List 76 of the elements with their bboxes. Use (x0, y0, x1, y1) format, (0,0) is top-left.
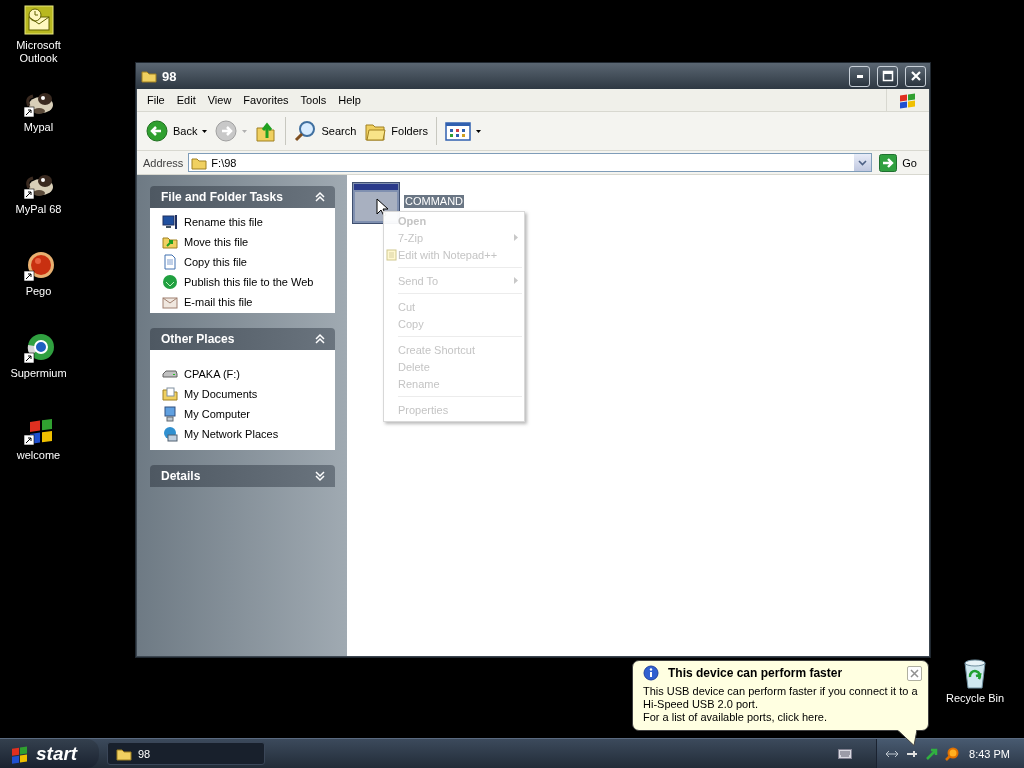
document-icon (162, 254, 178, 270)
close-icon (909, 70, 922, 82)
menu-item[interactable]: File (141, 94, 171, 106)
desktop-icon-label[interactable]: welcome (16, 449, 61, 462)
balloon-text: This USB device can perform faster if you connect it to a Hi-Speed USB 2.0 port. (643, 685, 919, 711)
desktop-icon-label[interactable]: Supermium (10, 367, 67, 380)
task-link[interactable]: Publish this file to the Web (162, 274, 329, 290)
desktop-icon-label[interactable]: Microsoft Outlook (3, 39, 74, 65)
folder-arrow-icon (162, 234, 178, 250)
document-folder-icon (162, 386, 178, 402)
menu-item[interactable]: Help (332, 94, 367, 106)
task-link[interactable]: Rename this file (162, 214, 329, 230)
globe-icon (162, 274, 178, 290)
panel-title: File and Folder Tasks (161, 190, 283, 204)
file-name[interactable]: COMMAND (404, 195, 465, 208)
monitor-icon (162, 214, 178, 230)
close-icon (910, 668, 919, 678)
panel-header[interactable]: Other Places (150, 328, 335, 350)
ball-icon[interactable] (22, 250, 55, 282)
folder-up-icon (255, 120, 278, 142)
submenu-arrow-icon (514, 277, 518, 284)
task-link[interactable]: Copy this file (162, 254, 329, 270)
minimize-icon (856, 74, 863, 78)
caret-icon (202, 129, 208, 133)
clock-envelope-icon[interactable] (22, 4, 55, 36)
desktop-icon-label[interactable]: MyPal 68 (15, 203, 62, 216)
caret-icon (242, 129, 248, 133)
task-link[interactable]: My Network Places (162, 426, 329, 442)
desktop-icon-label[interactable]: Recycle Bin (945, 692, 1005, 704)
desktop-icon-label[interactable]: Mypal (23, 121, 54, 134)
balloon-title: This device can perform faster (668, 666, 844, 680)
minimize-button[interactable] (849, 65, 870, 87)
task-link[interactable]: My Documents (162, 386, 329, 402)
task-link[interactable]: My Computer (162, 406, 329, 422)
panel-title: Other Places (161, 332, 235, 346)
address-field[interactable]: F:\98 (188, 153, 873, 172)
info-icon (643, 665, 659, 681)
computer-icon (162, 406, 178, 422)
taskbar-button[interactable]: 98 (107, 742, 265, 765)
balloon-text: For a list of available ports, click here. (643, 711, 829, 724)
menu-item[interactable]: Tools (294, 94, 333, 106)
panel-header[interactable]: Details (150, 465, 335, 487)
menu-item[interactable]: View (201, 94, 238, 106)
network-icon (162, 426, 178, 442)
close-button[interactable] (905, 65, 926, 87)
caret-icon (476, 129, 481, 133)
dropdown-button[interactable] (854, 154, 872, 171)
chevron-down-icon (858, 159, 868, 166)
back-button[interactable]: Back (143, 116, 211, 146)
task-link[interactable]: E-mail this file (162, 294, 329, 310)
maximize-icon (881, 70, 894, 82)
keyboard-icon[interactable] (838, 748, 853, 759)
go-button[interactable]: Go (877, 153, 925, 172)
folder-icon (141, 68, 157, 84)
maximize-button[interactable] (877, 65, 898, 87)
menu-item[interactable]: Edit (170, 94, 202, 106)
panel-title: Details (161, 469, 201, 483)
desktop-icon-label[interactable]: Pego (25, 285, 52, 298)
task-link[interactable]: CPAKA (F:) (162, 366, 329, 382)
task-link[interactable]: Move this file (162, 234, 329, 250)
views-grid-icon (445, 120, 471, 142)
search-icon (294, 120, 317, 142)
globe-icon[interactable] (22, 332, 55, 364)
window-title: 98 (162, 68, 178, 84)
menu-item[interactable]: Favorites (237, 94, 295, 106)
submenu-arrow-icon (514, 234, 518, 241)
folders-button[interactable]: Folders (361, 116, 431, 146)
panel-header[interactable]: File and Folder Tasks (150, 186, 335, 208)
address-label: Address (143, 156, 184, 169)
notepad-icon (385, 248, 397, 261)
start-button[interactable]: start (0, 739, 99, 768)
search-button[interactable]: Search (291, 116, 360, 146)
clock: 8:43 PM (969, 747, 1010, 760)
tray-arrow-icon[interactable] (925, 746, 940, 761)
magnifier-icon[interactable] (945, 746, 960, 761)
envelope-icon (162, 294, 178, 310)
